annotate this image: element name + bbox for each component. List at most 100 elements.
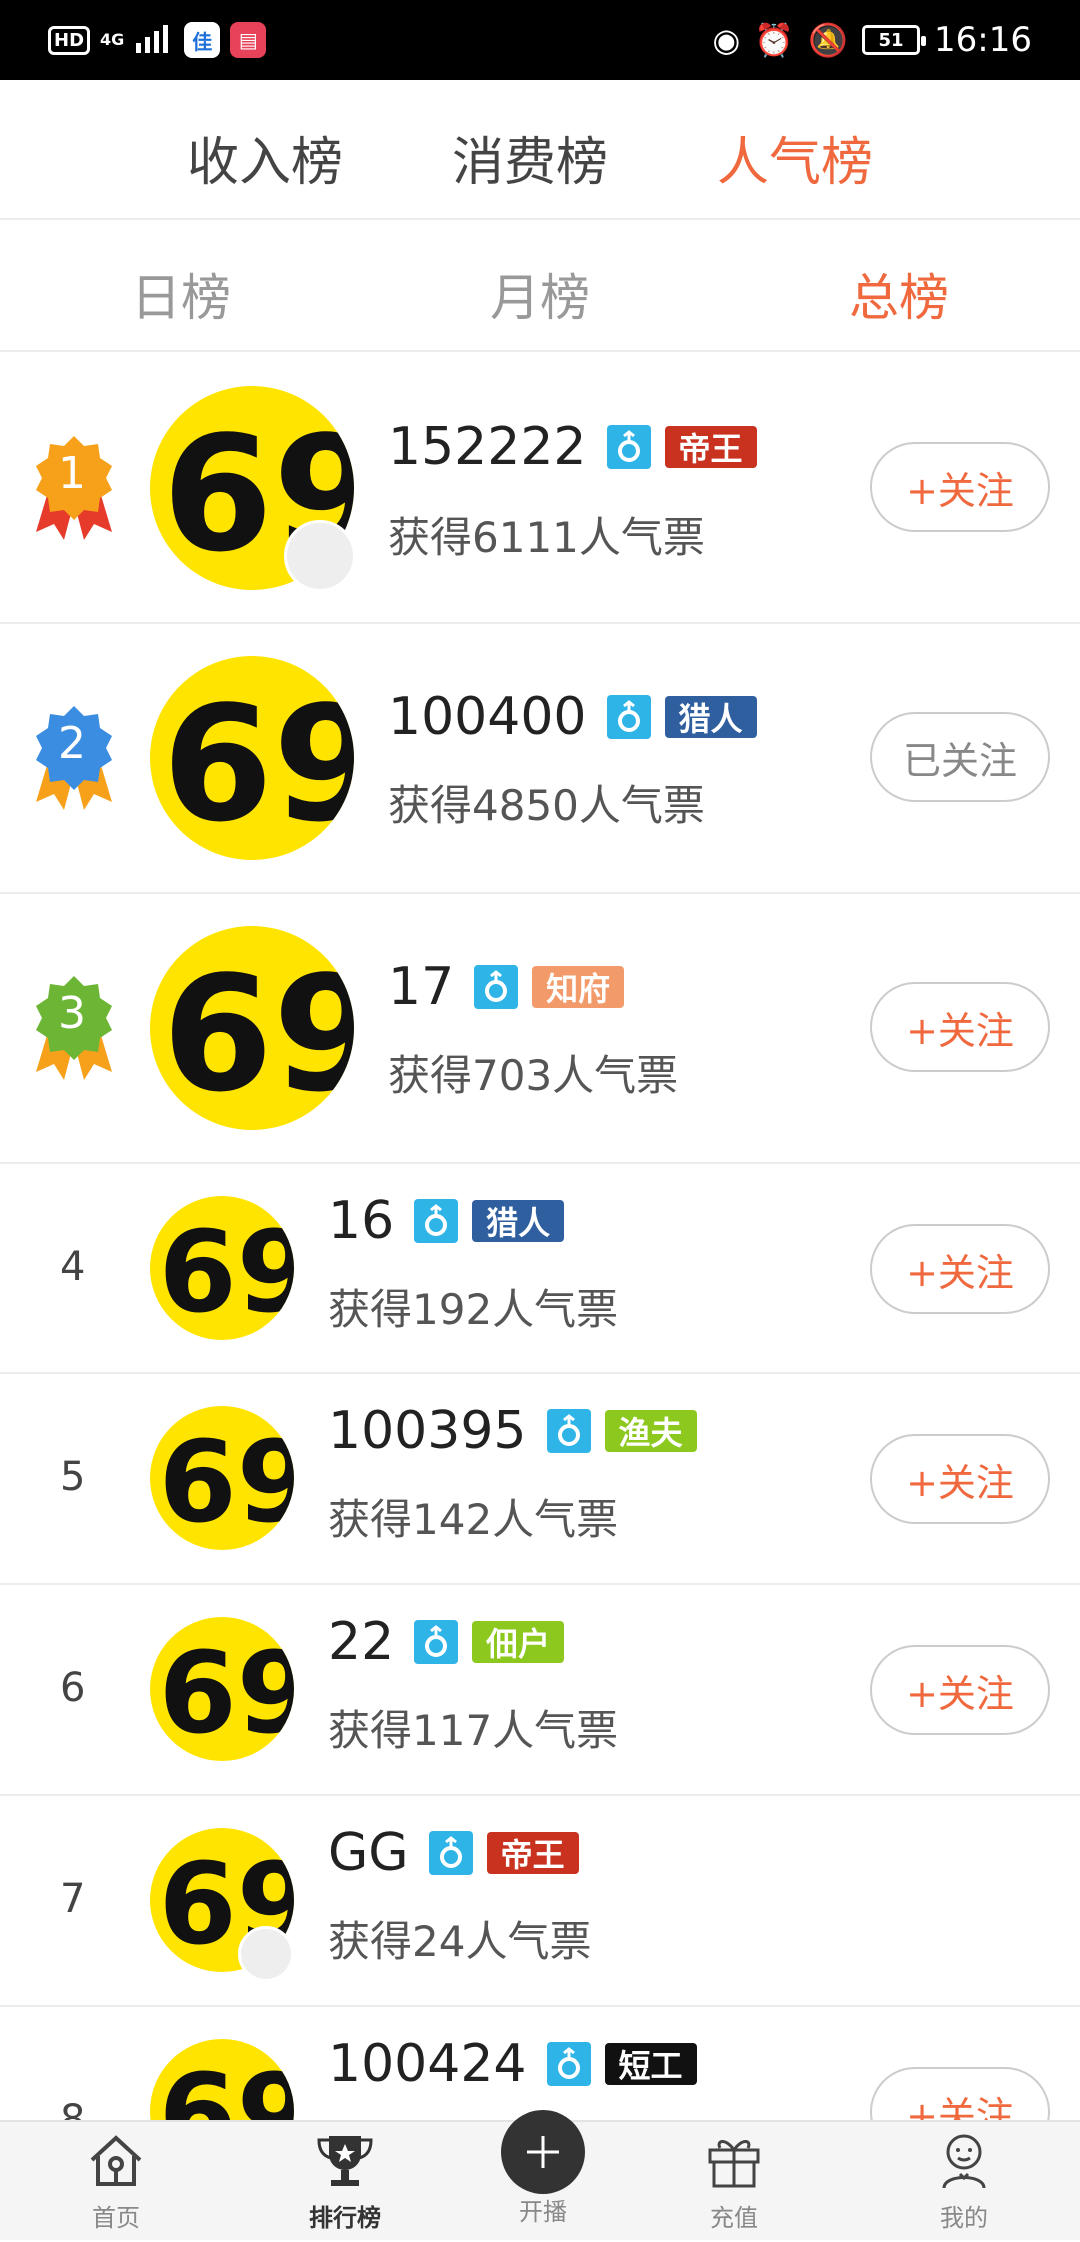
avatar[interactable]: 69 bbox=[150, 656, 354, 860]
rank-number: 6 bbox=[60, 1665, 86, 1711]
male-icon bbox=[546, 2042, 591, 2086]
title-tag: 渔夫 bbox=[604, 1410, 697, 1452]
svg-text:69: 69 bbox=[159, 1208, 294, 1338]
rank-number: 7 bbox=[60, 1876, 86, 1922]
nav-profile[interactable]: 我的 bbox=[884, 2122, 1044, 2242]
follow-button[interactable]: +关注 bbox=[870, 442, 1050, 532]
user-name: 17 bbox=[388, 957, 455, 1017]
list-item[interactable]: 4 69 16 猎人 获得192人气票 +关注 bbox=[0, 1164, 1080, 1374]
ranking-type-tabs: 收入榜 消费榜 人气榜 bbox=[0, 80, 1080, 220]
title-tag: 帝王 bbox=[664, 426, 757, 468]
tab-all-time[interactable]: 总榜 bbox=[849, 258, 949, 330]
tab-daily[interactable]: 日榜 bbox=[131, 258, 231, 330]
tab-popularity[interactable]: 人气榜 bbox=[717, 120, 873, 195]
list-item[interactable]: 1 69 152222 帝王 获得6111人气票 +关注 bbox=[0, 352, 1080, 624]
title-tag: 佃户 bbox=[472, 1621, 565, 1663]
user-name: 100400 bbox=[388, 687, 587, 747]
user-name: 152222 bbox=[388, 417, 587, 477]
hd-indicator: HD bbox=[48, 25, 91, 55]
svg-text:69: 69 bbox=[159, 2051, 294, 2120]
male-icon bbox=[606, 695, 651, 739]
vote-count: 获得192人气票 bbox=[328, 1285, 619, 1334]
trophy-icon bbox=[317, 2136, 373, 2186]
male-icon bbox=[546, 1409, 591, 1453]
avatar[interactable]: 69 bbox=[150, 1406, 294, 1550]
nav-go-live[interactable]: 开播 bbox=[463, 2110, 623, 2242]
eye-comfort-icon: ◉ bbox=[712, 21, 741, 59]
vote-count: 获得703人气票 bbox=[388, 1051, 679, 1100]
list-item[interactable]: 8 69 100424 短工 +关注 bbox=[0, 2007, 1080, 2120]
title-tag: 猎人 bbox=[472, 1200, 565, 1242]
nav-label: 充值 bbox=[710, 2204, 758, 2232]
title-tag: 猎人 bbox=[664, 696, 757, 738]
avatar-frame-badge bbox=[238, 1926, 294, 1982]
male-icon bbox=[606, 425, 651, 469]
follow-button[interactable]: +关注 bbox=[870, 1645, 1050, 1735]
avatar[interactable]: 69 bbox=[150, 1196, 294, 1340]
svg-text:69: 69 bbox=[159, 1629, 294, 1759]
bottom-nav: 首页 排行榜 开播 充值 我的 bbox=[0, 2110, 1080, 2242]
list-item[interactable]: 6 69 22 佃户 获得117人气票 +关注 bbox=[0, 1585, 1080, 1796]
status-bar: HD 4G 佳 ▤ ◉ ⏰ 🔕 51 16:16 bbox=[0, 0, 1080, 80]
title-tag: 帝王 bbox=[486, 1832, 579, 1874]
list-item[interactable]: 3 69 17 知府 获得703人气票 +关注 bbox=[0, 894, 1080, 1164]
user-name: 16 bbox=[328, 1191, 395, 1251]
nav-ranking[interactable]: 排行榜 bbox=[265, 2122, 425, 2242]
list-item[interactable]: 2 69 100400 猎人 获得4850人气票 已关注 bbox=[0, 624, 1080, 894]
signal-icon bbox=[134, 23, 174, 57]
user-name: GG bbox=[328, 1823, 409, 1883]
follow-button[interactable]: +关注 bbox=[870, 1434, 1050, 1524]
rank-number: 5 bbox=[60, 1454, 86, 1500]
nav-label: 我的 bbox=[940, 2204, 988, 2232]
vote-count: 获得142人气票 bbox=[328, 1495, 619, 1544]
vote-count: 获得117人气票 bbox=[328, 1706, 619, 1755]
vote-count: 获得6111人气票 bbox=[388, 513, 705, 562]
vote-count: 获得24人气票 bbox=[328, 1917, 592, 1966]
male-icon bbox=[414, 1620, 459, 1664]
user-name: 22 bbox=[328, 1612, 395, 1672]
nav-label: 排行榜 bbox=[309, 2204, 381, 2232]
nav-recharge[interactable]: 充值 bbox=[654, 2122, 814, 2242]
tab-monthly[interactable]: 月榜 bbox=[490, 258, 590, 330]
title-tag: 知府 bbox=[532, 966, 625, 1008]
rank-number: 3 bbox=[58, 988, 86, 1039]
app-notification-icon: ▤ bbox=[230, 22, 267, 58]
followed-button[interactable]: 已关注 bbox=[870, 712, 1050, 802]
follow-button[interactable]: +关注 bbox=[870, 1224, 1050, 1314]
rank-number: 8 bbox=[60, 2097, 86, 2120]
male-icon bbox=[414, 1199, 459, 1243]
nav-label: 首页 bbox=[92, 2204, 140, 2232]
vote-count: 获得4850人气票 bbox=[388, 781, 705, 830]
male-icon bbox=[428, 1831, 473, 1875]
profile-icon bbox=[942, 2134, 986, 2189]
period-tabs: 日榜 月榜 总榜 bbox=[0, 222, 1080, 352]
mute-icon: 🔕 bbox=[808, 21, 849, 59]
nav-home[interactable]: 首页 bbox=[36, 2122, 196, 2242]
battery-icon: 51 bbox=[862, 25, 927, 55]
plus-icon bbox=[501, 2110, 585, 2194]
rank-number: 2 bbox=[58, 718, 86, 769]
avatar[interactable]: 69 bbox=[150, 926, 354, 1130]
network-indicator: 4G bbox=[100, 30, 125, 49]
tab-income[interactable]: 收入榜 bbox=[187, 120, 343, 195]
app-notification-icon: 佳 bbox=[184, 22, 221, 58]
user-name: 100395 bbox=[328, 1401, 527, 1461]
rank-number: 1 bbox=[58, 448, 86, 499]
avatar[interactable]: 69 bbox=[150, 2039, 294, 2120]
svg-text:69: 69 bbox=[162, 671, 354, 857]
user-name: 100424 bbox=[328, 2034, 527, 2094]
gift-icon bbox=[708, 2140, 760, 2188]
title-tag: 短工 bbox=[604, 2043, 697, 2085]
tab-consumption[interactable]: 消费榜 bbox=[452, 120, 608, 195]
nav-label: 开播 bbox=[519, 2198, 567, 2226]
alarm-icon: ⏰ bbox=[754, 21, 795, 59]
follow-button[interactable]: +关注 bbox=[870, 982, 1050, 1072]
list-item[interactable]: 5 69 100395 渔夫 获得142人气票 +关注 bbox=[0, 1374, 1080, 1585]
avatar[interactable]: 69 bbox=[150, 1617, 294, 1761]
follow-button[interactable]: +关注 bbox=[870, 2067, 1050, 2120]
avatar-frame-badge bbox=[284, 520, 356, 592]
ranking-list: 1 69 152222 帝王 获得6111人气票 +关注 2 69 100400… bbox=[0, 352, 1080, 2120]
male-icon bbox=[474, 965, 519, 1009]
clock: 16:16 bbox=[934, 20, 1032, 60]
list-item[interactable]: 7 69 GG 帝王 获得24人气票 bbox=[0, 1796, 1080, 2007]
